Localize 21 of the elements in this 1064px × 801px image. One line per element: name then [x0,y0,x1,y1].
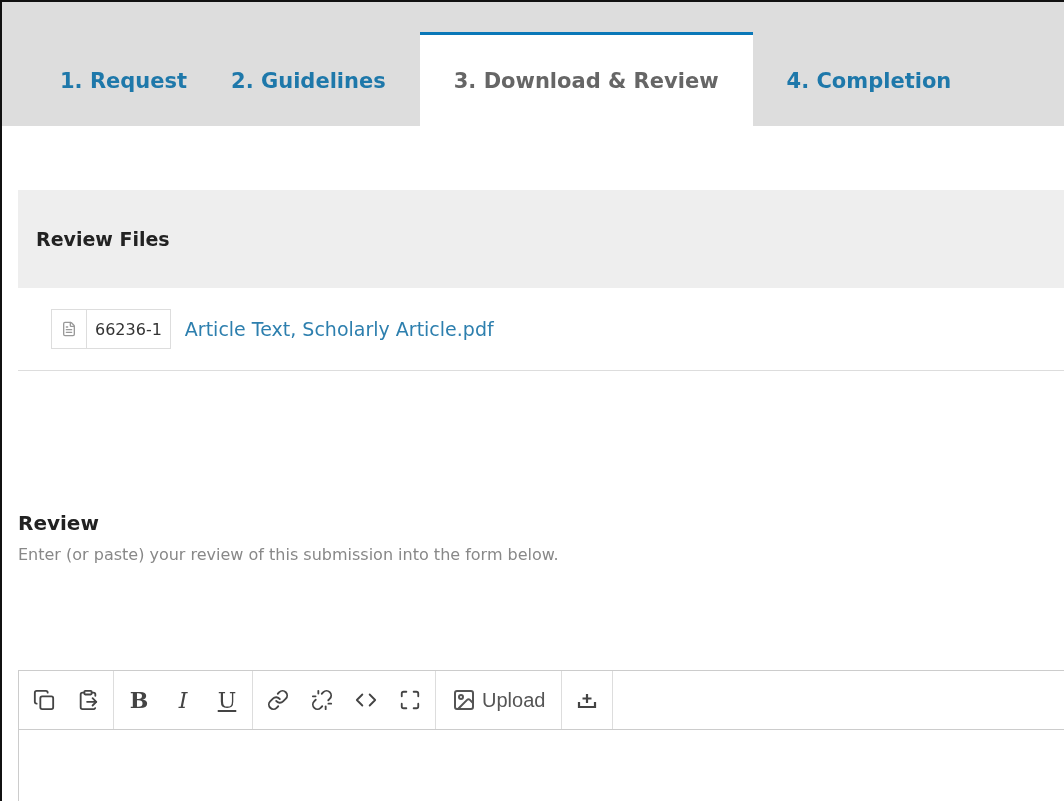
tab[interactable]: 2. Guidelines [209,32,408,126]
review-heading: Review [18,511,100,535]
tab[interactable]: 4. Completion [764,32,974,126]
section-header: Review Files [18,190,1064,288]
unlink-icon [311,689,333,711]
paste-icon [77,689,99,711]
image-icon [452,688,476,712]
tab[interactable]: 3. Download & Review [419,32,753,126]
italic-button[interactable]: I [168,680,198,720]
fullscreen-icon [399,689,421,711]
upload-button[interactable]: Upload [446,680,552,720]
link-icon [267,689,289,711]
review-description: Enter (or paste) your review of this submission into the form below. [18,545,560,564]
pdf-file-icon [61,321,77,337]
tab[interactable]: 1. Request [38,32,210,126]
underline-button[interactable]: U [212,680,242,720]
file-link[interactable]: Article Text, Scholarly Article.pdf [184,318,494,340]
bold-button[interactable]: B [124,680,154,720]
file-id: 66236-1 [94,318,163,341]
copy-icon [33,689,55,711]
review-editor[interactable]: B I U Upload [18,670,1064,801]
